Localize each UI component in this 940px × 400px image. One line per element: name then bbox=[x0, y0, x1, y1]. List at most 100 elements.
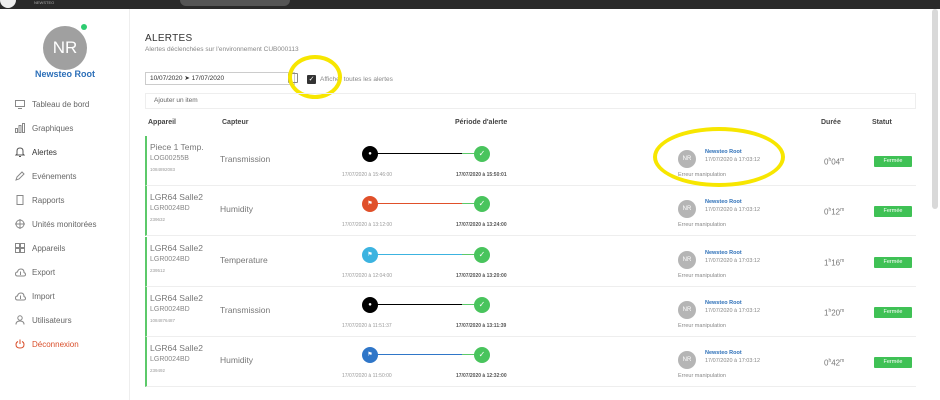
device-id: LGR0024BD bbox=[150, 306, 190, 313]
status-badge[interactable]: Fermée bbox=[874, 156, 912, 167]
acknowledged-by[interactable]: Newsteo Root bbox=[705, 250, 742, 256]
bell-icon: ● bbox=[362, 146, 378, 162]
acknowledged-date: 17/07/2020 à 17:03:12 bbox=[705, 207, 761, 213]
device-name[interactable]: LGR64 Salle2 bbox=[150, 343, 203, 353]
sidebar-item-label: Appareils bbox=[32, 243, 66, 253]
alert-end-time: 17/07/2020 à 12:32:00 bbox=[456, 373, 507, 379]
acknowledged-by[interactable]: Newsteo Root bbox=[705, 149, 742, 155]
show-all-label[interactable]: Afficher toutes les alertes bbox=[320, 76, 393, 83]
top-search-bar[interactable] bbox=[180, 0, 290, 6]
date-range-input[interactable]: 10/07/2020 ➤ 17/07/2020 bbox=[145, 72, 295, 85]
avatar[interactable]: NR bbox=[43, 26, 87, 70]
device-serial: 239512 bbox=[150, 268, 166, 273]
alert-duration: 0h12m bbox=[824, 207, 845, 217]
acknowledged-date: 17/07/2020 à 17:03:12 bbox=[705, 258, 761, 264]
bell-icon: ● bbox=[362, 297, 378, 313]
power-icon bbox=[14, 338, 26, 350]
check-icon: ✓ bbox=[474, 146, 490, 162]
device-id: LGR0024BD bbox=[150, 205, 190, 212]
sidebar-item-label: Alertes bbox=[32, 147, 57, 157]
grid-icon bbox=[14, 242, 26, 254]
column-header-status[interactable]: Statut bbox=[872, 119, 892, 126]
device-name[interactable]: LGR64 Salle2 bbox=[150, 192, 203, 202]
page-subtitle: Alertes déclenchées sur l'environnement … bbox=[145, 46, 299, 53]
alert-comment: Erreur manipulation bbox=[678, 172, 726, 178]
avatar: NR bbox=[678, 251, 696, 269]
alert-comment: Erreur manipulation bbox=[678, 323, 726, 329]
alert-duration: 1h20m bbox=[824, 308, 845, 318]
device-id: LGR0024BD bbox=[150, 256, 190, 263]
sidebar-item-label: Unités monitorées bbox=[32, 219, 97, 229]
main-content: ALERTES Alertes déclenchées sur l'enviro… bbox=[145, 9, 925, 400]
username[interactable]: Newsteo Root bbox=[0, 69, 130, 79]
acknowledged-date: 17/07/2020 à 17:03:12 bbox=[705, 308, 761, 314]
alert-end-time: 17/07/2020 à 13:20:00 bbox=[456, 273, 507, 279]
alert-end-time: 17/07/2020 à 15:50:01 bbox=[456, 172, 507, 178]
table-row[interactable]: LGR64 Salle2 LGR0024BD 239512 Temperature ⚑ ✓… bbox=[145, 237, 916, 287]
acknowledged-by[interactable]: Newsteo Root bbox=[705, 199, 742, 205]
monitor-icon bbox=[14, 98, 26, 110]
table-row[interactable]: LGR64 Salle2 LGR0024BD 239632 Humidity ⚑ ✓ 17/… bbox=[145, 186, 916, 236]
sidebar-item-export[interactable]: Export bbox=[14, 265, 55, 279]
sidebar-item-events[interactable]: Evénements bbox=[14, 169, 76, 183]
sidebar-item-devices[interactable]: Appareils bbox=[14, 241, 65, 255]
device-id: LGR0024BD bbox=[150, 356, 190, 363]
sensor-name: Humidity bbox=[220, 204, 254, 214]
sidebar-item-users[interactable]: Utilisateurs bbox=[14, 313, 72, 327]
column-header-duration[interactable]: Durée bbox=[821, 119, 841, 126]
sidebar-item-dashboard[interactable]: Tableau de bord bbox=[14, 97, 89, 111]
online-status-dot bbox=[81, 24, 87, 30]
bar-chart-icon bbox=[14, 122, 26, 134]
alert-period-line bbox=[372, 304, 484, 305]
alert-end-time: 17/07/2020 à 13:11:39 bbox=[456, 323, 507, 329]
sidebar-item-alerts[interactable]: Alertes bbox=[14, 145, 57, 159]
alert-period-line bbox=[372, 153, 484, 154]
sidebar-item-reports[interactable]: Rapports bbox=[14, 193, 64, 207]
acknowledged-by[interactable]: Newsteo Root bbox=[705, 350, 742, 356]
logo[interactable] bbox=[0, 0, 16, 8]
flag-icon: ⚑ bbox=[362, 347, 378, 363]
device-serial: 239492 bbox=[150, 368, 166, 373]
column-header-period[interactable]: Période d'alerte bbox=[455, 119, 507, 126]
sidebar-item-monitored-units[interactable]: Unités monitorées bbox=[14, 217, 96, 231]
device-id: LOG00255B bbox=[150, 155, 189, 162]
alert-start-time: 17/07/2020 à 12:04:00 bbox=[342, 273, 393, 279]
table-row[interactable]: Piece 1 Temp. LOG00255B 1084892083 Transmis… bbox=[145, 136, 916, 186]
alert-comment: Erreur manipulation bbox=[678, 373, 726, 379]
alert-period-line bbox=[372, 203, 484, 204]
add-item-input[interactable]: Ajouter un item bbox=[145, 93, 916, 109]
status-badge[interactable]: Fermée bbox=[874, 357, 912, 368]
sidebar-item-logout[interactable]: Déconnexion bbox=[14, 337, 79, 351]
alert-start-time: 17/07/2020 à 11:50:00 bbox=[342, 373, 392, 379]
show-all-checkbox[interactable]: ✓ bbox=[307, 75, 316, 84]
check-icon: ✓ bbox=[474, 196, 490, 212]
acknowledged-by[interactable]: Newsteo Root bbox=[705, 300, 742, 306]
sidebar-item-charts[interactable]: Graphiques bbox=[14, 121, 73, 135]
check-icon: ✓ bbox=[474, 297, 490, 313]
sidebar-item-label: Tableau de bord bbox=[32, 99, 90, 109]
sidebar-item-import[interactable]: Import bbox=[14, 289, 55, 303]
status-badge[interactable]: Fermée bbox=[874, 307, 912, 318]
alert-duration: 1h16m bbox=[824, 258, 845, 268]
bell-icon bbox=[14, 146, 26, 158]
column-header-sensor[interactable]: Capteur bbox=[222, 119, 248, 126]
sensor-name: Transmission bbox=[220, 154, 271, 164]
sidebar-item-label: Import bbox=[32, 291, 55, 301]
alert-start-time: 17/07/2020 à 15:46:00 bbox=[342, 172, 393, 178]
status-badge[interactable]: Fermée bbox=[874, 257, 912, 268]
scrollbar[interactable] bbox=[932, 9, 938, 209]
status-badge[interactable]: Fermée bbox=[874, 206, 912, 217]
sidebar-item-label: Déconnexion bbox=[32, 339, 79, 349]
device-name[interactable]: Piece 1 Temp. bbox=[150, 142, 204, 152]
avatar: NR bbox=[678, 301, 696, 319]
table-row[interactable]: LGR64 Salle2 LGR0024BD 239492 Humidity ⚑ ✓ 17/… bbox=[145, 337, 916, 387]
table-row[interactable]: LGR64 Salle2 LGR0024BD 1084876487 Transmiss… bbox=[145, 287, 916, 337]
column-header-device[interactable]: Appareil bbox=[148, 119, 176, 126]
acknowledged-date: 17/07/2020 à 17:03:12 bbox=[705, 358, 761, 364]
sidebar-item-label: Evénements bbox=[32, 171, 77, 181]
device-name[interactable]: LGR64 Salle2 bbox=[150, 243, 203, 253]
calendar-icon[interactable] bbox=[288, 73, 298, 83]
alert-start-time: 17/07/2020 à 11:51:37 bbox=[342, 323, 392, 329]
sensor-name: Humidity bbox=[220, 355, 254, 365]
device-name[interactable]: LGR64 Salle2 bbox=[150, 293, 203, 303]
